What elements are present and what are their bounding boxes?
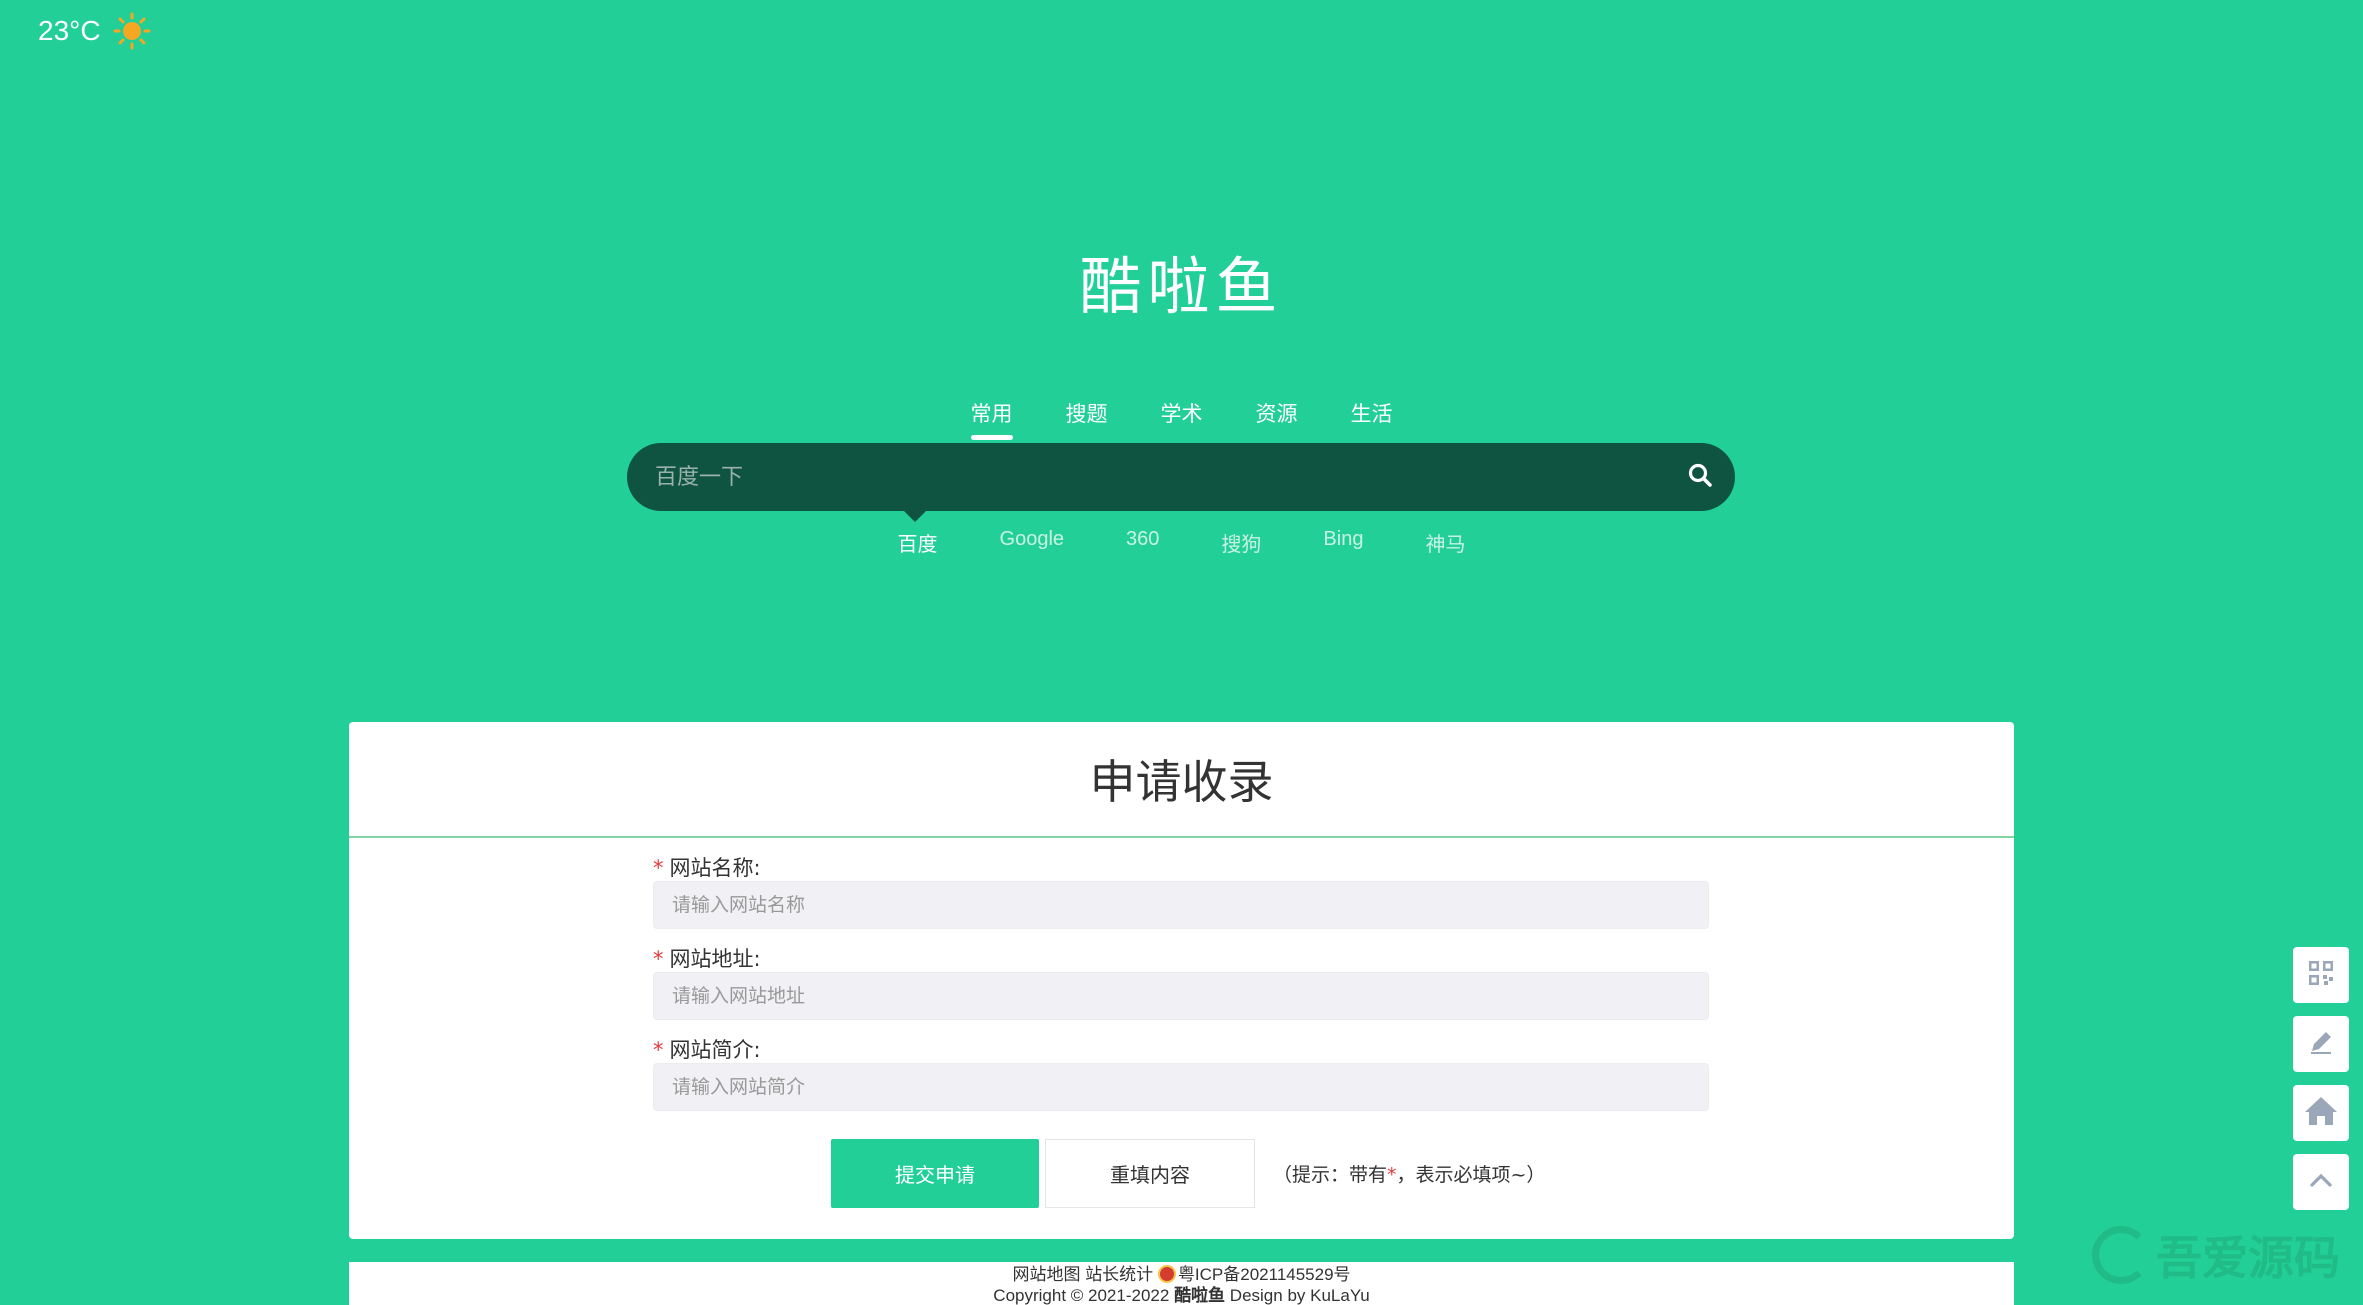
site-name-label-text: 网站名称:: [669, 856, 761, 880]
site-url-input[interactable]: [653, 972, 1709, 1020]
engine-baidu[interactable]: 百度: [898, 528, 938, 557]
submit-site-card: 申请收录 *网站名称: *网站地址: *网站简介: 提交申请 重填内容 （提示：…: [349, 722, 2014, 1239]
site-url-label: * 网站地址:: [653, 943, 1709, 971]
edit-button[interactable]: [2293, 1016, 2349, 1072]
edit-icon: [2307, 1028, 2335, 1060]
site-logo[interactable]: 酷啦鱼: [0, 236, 2363, 326]
site-desc-label: * 网站简介:: [653, 1034, 1709, 1062]
engine-360[interactable]: 360: [1126, 528, 1159, 557]
watermark: 吾爱源码: [2092, 1222, 2340, 1288]
sun-icon: [113, 12, 151, 50]
back-to-top-button[interactable]: [2293, 1154, 2349, 1210]
footer-links-row: 网站地图 站长统计 粤ICP备2021145529号: [349, 1264, 2014, 1285]
engine-google[interactable]: Google: [1000, 528, 1065, 557]
required-mark: *: [653, 856, 664, 880]
search-category-tabs: 常用 搜题 学术 资源 生活: [0, 398, 2363, 440]
weather-widget: 23°C: [38, 12, 151, 50]
search-bar: [627, 443, 1735, 511]
qrcode-button[interactable]: [2293, 947, 2349, 1003]
hint-prefix: （提示：带有: [1273, 1164, 1388, 1186]
watermark-text: 吾爱源码: [2156, 1231, 2340, 1285]
footer: 网站地图 站长统计 粤ICP备2021145529号 Copyright © 2…: [349, 1262, 2014, 1305]
search-engines: 百度 Google 360 搜狗 Bing 神马: [0, 528, 2363, 557]
temperature: 23°C: [38, 15, 101, 46]
submit-form: *网站名称: *网站地址: *网站简介:: [653, 852, 1709, 1125]
site-desc-field: * 网站简介:: [653, 1034, 1709, 1111]
tab-life[interactable]: 生活: [1351, 398, 1393, 436]
form-title: 申请收录: [349, 722, 2014, 838]
required-mark: *: [653, 1038, 664, 1062]
hint-required-mark: *: [1387, 1164, 1397, 1186]
engine-bing[interactable]: Bing: [1323, 528, 1363, 557]
site-name-field: * 网站名称:: [653, 852, 1709, 929]
search-icon: [1687, 462, 1713, 492]
stats-link[interactable]: 站长统计: [1085, 1265, 1153, 1284]
required-hint: （提示：带有*，表示必填项~）: [1273, 1160, 1545, 1187]
site-name-label: * 网站名称:: [653, 852, 1709, 880]
copyright-text: Copyright © 2021-2022: [993, 1286, 1170, 1305]
hint-suffix: ，表示必填项~）: [1396, 1164, 1546, 1186]
tab-academic[interactable]: 学术: [1161, 398, 1203, 436]
qrcode-icon: [2307, 959, 2335, 991]
site-url-field: * 网站地址:: [653, 943, 1709, 1020]
tab-resources[interactable]: 资源: [1256, 398, 1298, 436]
copyright-row: Copyright © 2021-2022 酷啦鱼 Design by KuLa…: [349, 1285, 2014, 1305]
icp-link[interactable]: 粤ICP备2021145529号: [1178, 1265, 1351, 1284]
site-desc-label-text: 网站简介:: [669, 1038, 761, 1062]
police-badge-icon: [1157, 1265, 1176, 1283]
submit-button[interactable]: 提交申请: [831, 1139, 1039, 1208]
tab-common[interactable]: 常用: [970, 398, 1013, 440]
reset-button[interactable]: 重填内容: [1045, 1139, 1255, 1208]
engine-shenma[interactable]: 神马: [1425, 528, 1465, 557]
tab-questions[interactable]: 搜题: [1066, 398, 1108, 436]
engine-pointer: [903, 510, 927, 522]
footer-brand[interactable]: 酷啦鱼: [1174, 1286, 1225, 1305]
site-name-input[interactable]: [653, 881, 1709, 929]
search-button[interactable]: [1665, 443, 1735, 511]
form-actions: 提交申请 重填内容 （提示：带有*，表示必填项~）: [831, 1139, 1545, 1208]
site-url-label-text: 网站地址:: [669, 947, 761, 971]
sitemap-link[interactable]: 网站地图: [1012, 1265, 1080, 1284]
engine-sogou[interactable]: 搜狗: [1221, 528, 1261, 557]
watermark-logo-icon: [2092, 1226, 2150, 1284]
home-button[interactable]: [2293, 1085, 2349, 1141]
home-icon: [2304, 1095, 2338, 1131]
design-credit: Design by KuLaYu: [1229, 1286, 1370, 1305]
search-input[interactable]: [627, 443, 1665, 511]
side-toolbar: [2293, 947, 2349, 1210]
site-desc-input[interactable]: [653, 1063, 1709, 1111]
back-to-top-icon: [2309, 1172, 2333, 1192]
required-mark: *: [653, 947, 664, 971]
